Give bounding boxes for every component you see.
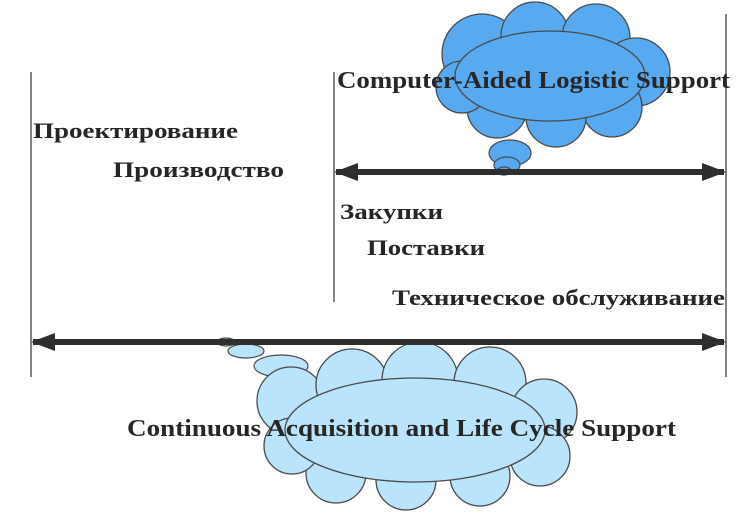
stage-production-label: Производство	[113, 157, 284, 182]
cloud-top-label: Computer-Aided Logistic Support	[337, 68, 730, 94]
cloud-bottom-label: Continuous Acquisition and Life Cycle Su…	[127, 416, 676, 442]
stage-design-label: Проектирование	[33, 118, 238, 143]
stage-supply-label: Поставки	[367, 235, 485, 260]
stage-purchasing-label: Закупки	[340, 199, 443, 224]
stage-maintenance-label: Техническое обслуживание	[392, 285, 725, 310]
lifecycle-diagram: Computer-Aided Logistic Support Проектир…	[30, 1, 730, 511]
